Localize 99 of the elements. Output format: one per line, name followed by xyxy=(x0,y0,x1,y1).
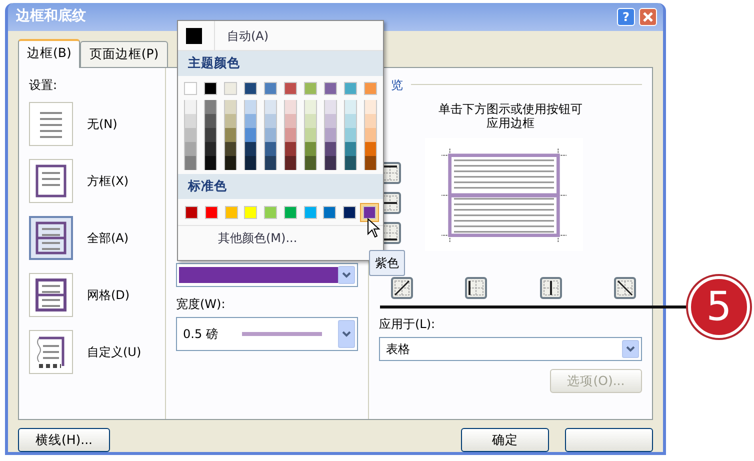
theme-colors-header: 主题颜色 xyxy=(178,51,383,76)
color-swatch[interactable] xyxy=(324,142,337,156)
color-swatch[interactable] xyxy=(244,82,257,95)
color-swatch[interactable] xyxy=(184,142,197,156)
window-title: 边框和底纹 xyxy=(16,6,86,26)
color-swatch[interactable] xyxy=(204,114,217,128)
color-swatch[interactable] xyxy=(244,100,257,114)
setting-label: 网格(D) xyxy=(87,286,130,304)
setting-option[interactable] xyxy=(29,330,73,374)
color-swatch[interactable] xyxy=(364,142,377,156)
color-swatch[interactable] xyxy=(224,156,237,170)
color-swatch[interactable] xyxy=(244,128,257,142)
color-swatch[interactable] xyxy=(264,100,277,114)
setting-label: 无(N) xyxy=(87,116,118,133)
color-swatch[interactable] xyxy=(224,142,237,156)
help-button[interactable]: ? xyxy=(617,8,635,26)
automatic-swatch xyxy=(186,28,202,44)
color-swatch[interactable] xyxy=(244,114,257,128)
settings-label: 设置: xyxy=(29,76,58,94)
color-swatch[interactable] xyxy=(224,114,237,128)
color-swatch[interactable] xyxy=(324,128,337,142)
width-dropdown[interactable]: 0.5 磅 xyxy=(176,317,358,351)
color-swatch[interactable] xyxy=(264,82,277,95)
color-swatch[interactable] xyxy=(344,156,357,170)
color-swatch[interactable] xyxy=(204,156,217,170)
color-swatch[interactable] xyxy=(284,100,297,114)
color-swatch[interactable] xyxy=(224,128,237,142)
color-swatch[interactable] xyxy=(284,142,297,156)
mouse-pointer-icon xyxy=(367,218,381,238)
color-swatch[interactable] xyxy=(184,128,197,142)
tab[interactable]: 边框(B) xyxy=(18,38,80,68)
color-swatch[interactable] xyxy=(204,100,217,114)
color-swatch[interactable] xyxy=(324,100,337,114)
color-tooltip: 紫色 xyxy=(369,250,405,276)
color-swatch[interactable] xyxy=(304,142,317,156)
color-swatch[interactable] xyxy=(364,114,377,128)
color-swatch[interactable] xyxy=(324,156,337,170)
color-swatch[interactable] xyxy=(284,82,297,95)
width-label: 宽度(W): xyxy=(176,296,226,313)
color-swatch[interactable] xyxy=(304,114,317,128)
color-swatch[interactable] xyxy=(344,82,357,95)
setting-label: 方框(X) xyxy=(87,172,129,190)
color-swatch[interactable] xyxy=(324,114,337,128)
horizontal-line-button[interactable]: 横线(H)... xyxy=(18,428,110,452)
color-swatch[interactable] xyxy=(344,142,357,156)
color-swatch[interactable] xyxy=(304,100,317,114)
setting-label: 自定义(U) xyxy=(87,344,142,361)
color-swatch[interactable] xyxy=(304,156,317,170)
close-button[interactable] xyxy=(639,8,657,26)
color-dropdown[interactable] xyxy=(176,263,358,287)
preview-hint: 单击下方图示或使用按钮可应用边框 xyxy=(438,102,584,130)
color-swatch[interactable] xyxy=(304,128,317,142)
color-swatch[interactable] xyxy=(224,100,237,114)
color-swatch[interactable] xyxy=(184,156,197,170)
setting-option[interactable] xyxy=(29,158,73,203)
standard-colors-header: 标准色 xyxy=(178,174,383,198)
color-swatch[interactable] xyxy=(244,156,257,170)
color-swatch[interactable] xyxy=(304,82,317,95)
color-swatch[interactable] xyxy=(184,100,197,114)
color-swatch[interactable] xyxy=(264,128,277,142)
color-swatch[interactable] xyxy=(184,114,197,128)
color-swatch[interactable] xyxy=(364,100,377,114)
apply-to-label: 应用于(L): xyxy=(379,316,436,334)
setting-label: 全部(A) xyxy=(87,230,129,247)
width-value: 0.5 磅 xyxy=(183,326,218,343)
diagonal-up-border-button[interactable] xyxy=(391,277,413,300)
color-swatch[interactable] xyxy=(264,114,277,128)
apply-to-dropdown[interactable]: 表格 xyxy=(379,337,642,362)
color-swatch[interactable] xyxy=(324,82,337,95)
color-swatch[interactable] xyxy=(244,142,257,156)
apply-to-value: 表格 xyxy=(386,341,410,358)
tab[interactable]: 页面边框(P) xyxy=(80,40,168,67)
color-swatch[interactable] xyxy=(364,82,377,95)
color-swatch[interactable] xyxy=(204,128,217,142)
setting-option[interactable] xyxy=(29,216,73,260)
color-swatch[interactable] xyxy=(284,128,297,142)
setting-option[interactable] xyxy=(29,272,73,317)
color-swatch[interactable] xyxy=(344,100,357,114)
color-swatch[interactable] xyxy=(204,142,217,156)
line-sample-icon xyxy=(242,332,322,336)
color-option[interactable] xyxy=(360,202,379,222)
diagonal-down-border-button[interactable] xyxy=(614,277,636,300)
color-swatch[interactable] xyxy=(204,82,217,95)
color-swatch[interactable] xyxy=(284,114,297,128)
preview-label: 览 xyxy=(391,76,403,94)
color-swatch[interactable] xyxy=(344,114,357,128)
color-swatch[interactable] xyxy=(364,128,377,142)
step-number-badge: 5 xyxy=(688,276,750,338)
ok-button[interactable]: 确定 xyxy=(461,428,549,452)
color-swatch[interactable] xyxy=(184,82,197,95)
color-swatch[interactable] xyxy=(224,82,237,95)
left-border-button[interactable] xyxy=(465,277,488,300)
inside-vertical-border-button[interactable] xyxy=(540,277,562,300)
color-swatch[interactable] xyxy=(284,156,297,170)
cancel-button[interactable] xyxy=(565,428,653,452)
color-swatch[interactable] xyxy=(364,156,377,170)
color-swatch[interactable] xyxy=(264,156,277,170)
color-swatch[interactable] xyxy=(264,142,277,156)
color-swatch[interactable] xyxy=(344,128,357,142)
